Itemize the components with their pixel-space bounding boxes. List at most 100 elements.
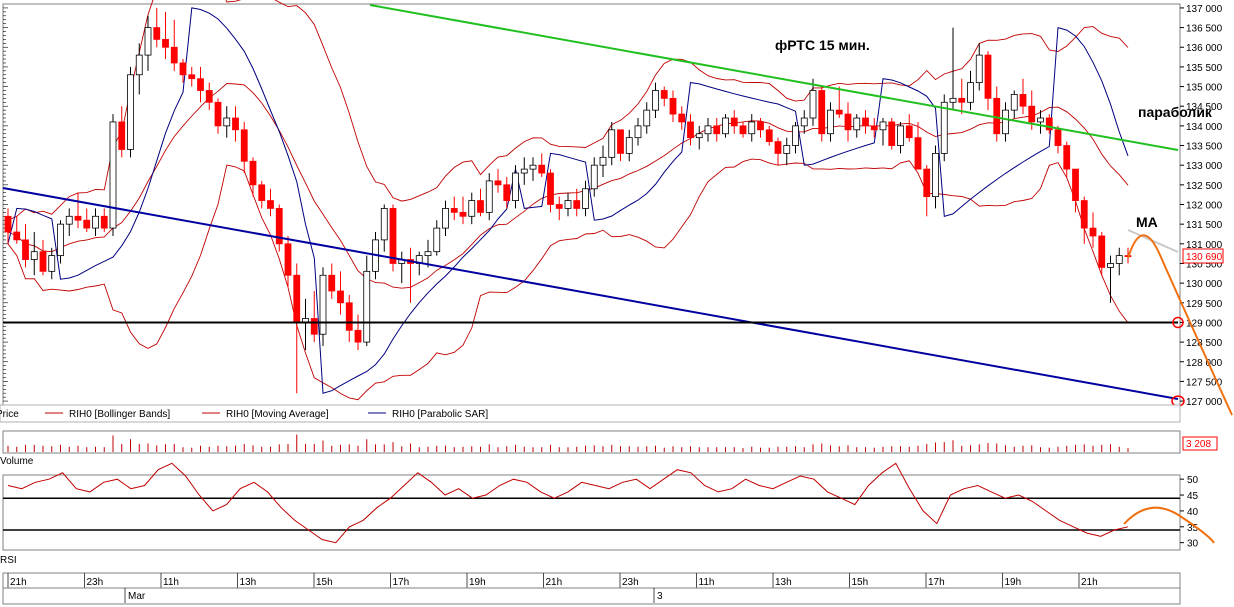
candle (74, 215, 82, 221)
candle (57, 223, 64, 257)
price-tick-label: 128 500 (1186, 338, 1223, 349)
candle (153, 27, 161, 40)
candle (170, 46, 178, 64)
candle (617, 129, 624, 154)
candle (967, 82, 974, 103)
price-tick-label: 133 000 (1186, 161, 1223, 172)
candle (1063, 145, 1071, 170)
candle (48, 255, 56, 272)
legend: Price RIH0 [Bollinger Bands] RIH0 [Moving … (0, 409, 488, 420)
candle (494, 180, 502, 186)
candle (345, 302, 353, 331)
chart-title: фРТС 15 мин. (775, 37, 870, 53)
volume-value: 3 208 (1186, 439, 1211, 450)
candle (433, 227, 441, 253)
candle (249, 160, 257, 186)
candle (625, 137, 633, 154)
time-label: 11h (163, 577, 179, 588)
candle (905, 125, 913, 139)
candle (529, 164, 537, 170)
candle (827, 109, 834, 135)
candle (704, 125, 712, 135)
candle (223, 117, 231, 127)
candle (1002, 109, 1009, 135)
time-label: 23h (87, 577, 104, 588)
price-tick-label: 136 500 (1186, 24, 1223, 35)
candle (739, 125, 747, 135)
candle (442, 208, 449, 229)
candle (792, 125, 799, 146)
candle (1028, 105, 1036, 123)
candle (13, 231, 21, 241)
candle (652, 90, 659, 111)
candle (337, 290, 344, 304)
time-label: 19h (469, 577, 486, 588)
candle (450, 208, 458, 213)
candle (564, 200, 572, 209)
candle (503, 184, 511, 201)
candle (800, 117, 808, 127)
candle (774, 141, 782, 154)
price-tick-label: 137 000 (1186, 4, 1223, 15)
candle (748, 121, 756, 135)
price-tick-label: 127 000 (1186, 397, 1223, 408)
legend-item: Price (0, 409, 19, 420)
price-tick-label: 132 500 (1186, 181, 1223, 192)
candle (809, 90, 817, 119)
price-tick-label: 135 000 (1186, 83, 1223, 94)
time-label: 11h (699, 577, 715, 588)
candle (678, 113, 686, 123)
candle (975, 54, 983, 84)
price-tick-label: 132 000 (1186, 201, 1223, 212)
candle (477, 200, 484, 213)
candle (100, 215, 108, 229)
candle (879, 121, 887, 131)
candle (555, 204, 563, 209)
candle (109, 121, 117, 229)
rsi-tick-label: 50 (1187, 475, 1199, 486)
candle (319, 274, 327, 335)
candle (687, 121, 694, 139)
candle (1089, 227, 1097, 237)
candle (984, 54, 992, 99)
legend-item: RIH0 [Bollinger Bands] (69, 409, 170, 420)
price-tick-label: 136 000 (1186, 43, 1223, 54)
candle (468, 200, 476, 217)
price-tick-label: 131 500 (1186, 220, 1223, 231)
candle (512, 172, 519, 201)
candle (958, 97, 966, 103)
candle (538, 164, 546, 174)
price-tick-label: 130 000 (1186, 279, 1223, 290)
rsi-tick-label: 30 (1187, 539, 1199, 550)
price-tick-label: 135 500 (1186, 63, 1223, 74)
time-label: 13h (775, 577, 792, 588)
candle (65, 215, 73, 225)
candle (22, 239, 29, 260)
candle (853, 117, 861, 131)
rsi-panel (2, 474, 1181, 551)
candle (39, 251, 47, 272)
time-label: 15h (852, 577, 869, 588)
candle (162, 38, 169, 48)
annotation-ma: MA (1136, 214, 1158, 230)
price-tick-label: 128 000 (1186, 358, 1223, 369)
candle (389, 208, 397, 264)
candle (643, 109, 651, 127)
candle (1037, 117, 1044, 123)
candle (888, 121, 896, 146)
candle (590, 164, 598, 190)
candle (870, 125, 878, 131)
candle (1072, 168, 1079, 201)
candle (1080, 200, 1088, 229)
candle (835, 109, 843, 115)
candle (188, 74, 196, 80)
candle (730, 117, 738, 127)
candle (363, 270, 371, 343)
price-tick-label: 129 500 (1186, 299, 1223, 310)
candle (30, 251, 38, 260)
time-label: 19h (1005, 577, 1022, 588)
annotation-parabolic: параболик (1138, 104, 1213, 120)
candle (1019, 94, 1027, 107)
candle (923, 168, 931, 198)
price-tick-label: 133 500 (1186, 142, 1223, 153)
